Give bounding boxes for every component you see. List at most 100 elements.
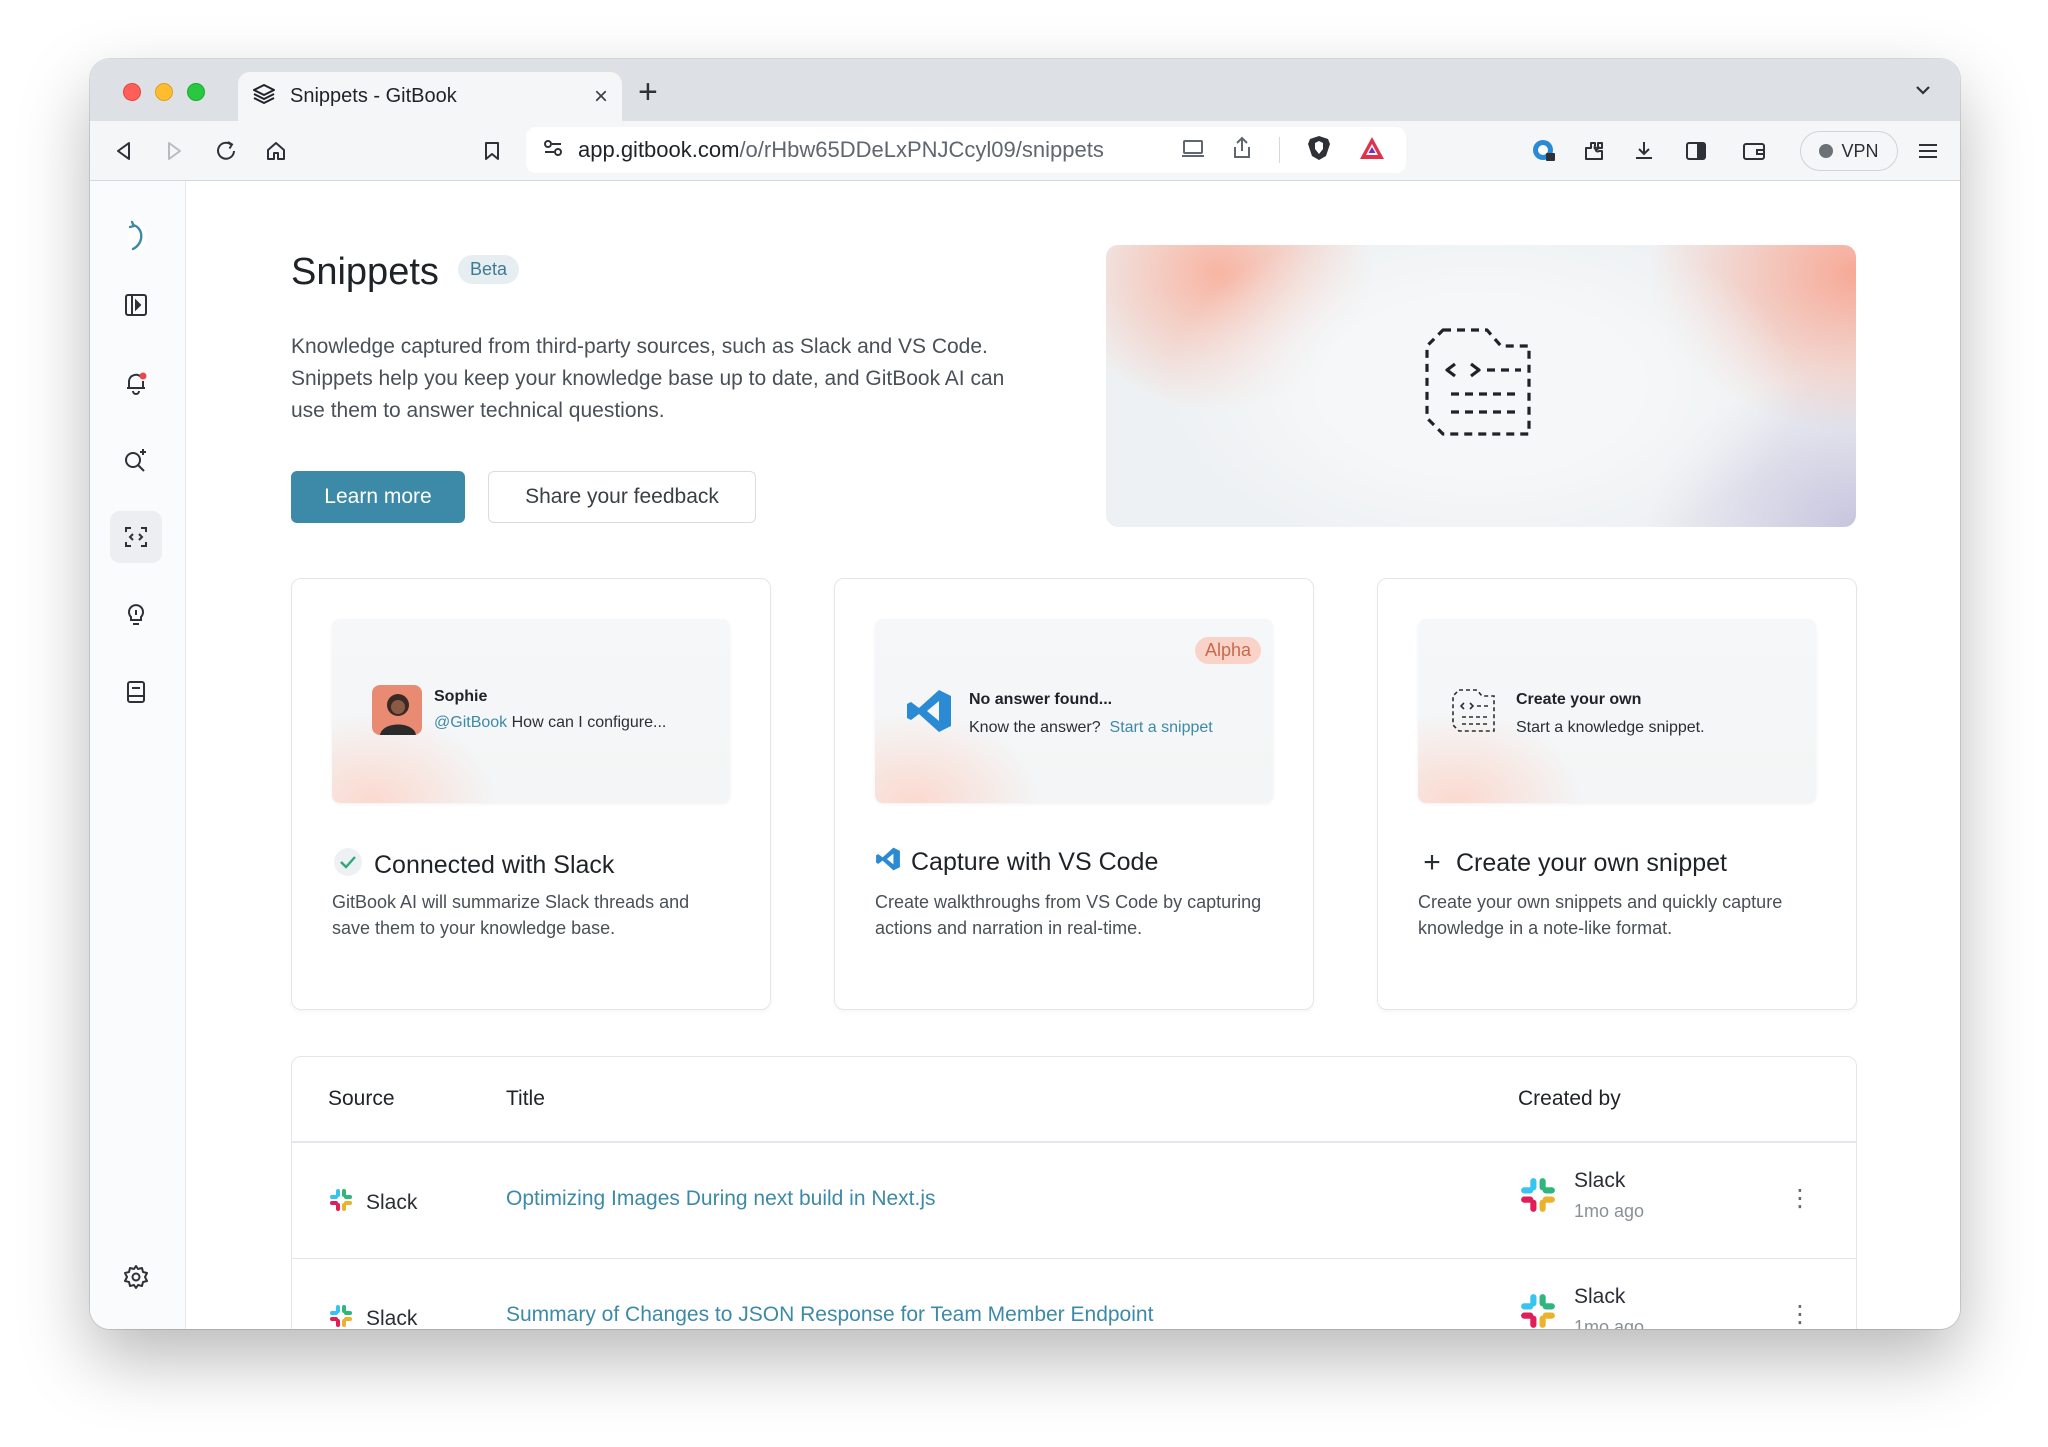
vpn-status-icon [1819, 144, 1834, 158]
sidebar-toggle-icon[interactable] [110, 279, 162, 331]
column-created-by[interactable]: Created by [1518, 1087, 1621, 1111]
beta-badge: Beta [458, 255, 520, 284]
password-manager-icon[interactable] [1530, 137, 1558, 165]
vscode-card-title-text: Capture with VS Code [911, 848, 1159, 876]
site-settings-icon[interactable] [542, 137, 564, 164]
app-sidebar [90, 181, 186, 1329]
tab-strip: Snippets - GitBook × + [90, 59, 1960, 121]
row-actions-icon[interactable]: ⋮ [1788, 1187, 1812, 1211]
table-row[interactable]: Slack Summary of Changes to JSON Respons… [292, 1259, 1856, 1329]
create-card-title: + Create your own snippet [1418, 846, 1727, 880]
docs-book-icon[interactable] [110, 666, 162, 718]
sophie-avatar [372, 685, 422, 735]
row-actions-icon[interactable]: ⋮ [1788, 1303, 1812, 1327]
slack-preview: Sophie @GitBook How can I configure... [332, 619, 730, 803]
snippet-document-icon [1421, 326, 1541, 447]
tab-snippets[interactable]: Snippets - GitBook × [238, 72, 622, 121]
column-source[interactable]: Source [328, 1087, 395, 1111]
create-snippet-preview: Create your own Start a knowledge snippe… [1418, 619, 1816, 803]
downloads-icon[interactable] [1630, 137, 1658, 165]
minimize-window-button[interactable] [155, 83, 173, 101]
snippet-outline-icon [1450, 687, 1498, 740]
card-slack: Sophie @GitBook How can I configure... C… [291, 578, 771, 1010]
brave-rewards-icon[interactable] [1358, 135, 1386, 166]
creator-name: Slack [1574, 1285, 1626, 1308]
vscode-preview: Alpha No answer found... Know the answer… [875, 619, 1273, 803]
reload-icon[interactable] [212, 137, 240, 165]
source-label: Slack [366, 1307, 418, 1329]
notifications-bell-icon[interactable] [110, 357, 162, 409]
page-description: Knowledge captured from third-party sour… [291, 335, 1005, 422]
bookmark-icon[interactable] [478, 137, 506, 165]
plus-icon: + [1423, 846, 1441, 879]
back-icon[interactable] [110, 137, 138, 165]
card-create-snippet[interactable]: Create your own Start a knowledge snippe… [1377, 578, 1857, 1010]
close-window-button[interactable] [123, 83, 141, 101]
slack-card-description: GitBook AI will summarize Slack threads … [332, 892, 690, 938]
source-cell: Slack [328, 1187, 417, 1219]
hero-illustration [1106, 245, 1856, 527]
sidebar-panel-icon[interactable] [1682, 137, 1710, 165]
vpn-button[interactable]: VPN [1800, 131, 1898, 171]
url-host: app.gitbook.com [578, 137, 740, 162]
created-by-cell: Slack 1mo ago [1518, 1285, 1644, 1329]
vscode-logo-icon [905, 687, 953, 740]
cast-icon[interactable] [1181, 137, 1205, 164]
source-cell: Slack [328, 1303, 417, 1329]
snippets-icon[interactable] [110, 511, 162, 563]
card-vscode: Alpha No answer found... Know the answer… [834, 578, 1314, 1010]
slack-avatar-icon [1518, 1175, 1558, 1222]
source-label: Slack [366, 1191, 418, 1214]
main-content: Snippets Beta Knowledge captured from th… [186, 181, 1960, 1329]
start-snippet-link[interactable]: Start a snippet [1110, 719, 1213, 736]
new-tab-button[interactable]: + [638, 73, 658, 112]
slack-logo-icon [328, 1187, 354, 1219]
zoom-window-button[interactable] [187, 83, 205, 101]
created-time: 1mo ago [1574, 1201, 1645, 1221]
browser-window: Snippets - GitBook × + app.gitbook.com/ [90, 59, 1960, 1329]
table-row[interactable]: Slack Optimizing Images During next buil… [292, 1143, 1856, 1259]
brave-shields-icon[interactable] [1306, 134, 1332, 167]
close-tab-icon[interactable]: × [594, 83, 608, 111]
snippet-title-link[interactable]: Optimizing Images During next build in N… [506, 1187, 936, 1211]
slack-logo-icon [328, 1303, 354, 1329]
wallet-icon[interactable] [1740, 137, 1768, 165]
start-knowledge-text: Start a knowledge snippet. [1516, 718, 1705, 736]
slack-user-name: Sophie [434, 688, 488, 705]
no-answer-heading: No answer found... [969, 690, 1113, 708]
created-by-cell: Slack 1mo ago [1518, 1169, 1644, 1222]
created-time: 1mo ago [1574, 1317, 1645, 1329]
create-card-description: Create your own snippets and quickly cap… [1418, 892, 1783, 938]
extensions-icon[interactable] [1580, 137, 1608, 165]
check-icon [332, 846, 364, 885]
slack-avatar-icon [1518, 1291, 1558, 1329]
insights-bulb-icon[interactable] [110, 588, 162, 640]
browser-toolbar: app.gitbook.com/o/rHbw65DDeLxPNJCcyl09/s… [90, 121, 1960, 181]
creator-name: Slack [1574, 1169, 1626, 1192]
learn-more-button[interactable]: Learn more [291, 471, 465, 523]
snippet-title-link[interactable]: Summary of Changes to JSON Response for … [506, 1303, 1153, 1327]
slack-card-title-text: Connected with Slack [374, 851, 615, 879]
forward-icon[interactable] [160, 137, 188, 165]
address-bar[interactable]: app.gitbook.com/o/rHbw65DDeLxPNJCcyl09/s… [526, 127, 1406, 173]
share-feedback-button[interactable]: Share your feedback [488, 471, 756, 523]
vpn-label: VPN [1841, 140, 1879, 161]
gitbook-logo-icon[interactable] [110, 211, 162, 263]
column-title[interactable]: Title [506, 1087, 545, 1111]
snippets-table: Source Title Created by Slack Optimizing… [291, 1056, 1857, 1329]
slack-message: How can I configure... [511, 714, 667, 731]
page-title: Snippets [291, 251, 439, 293]
create-own-heading: Create your own [1516, 690, 1642, 708]
search-ai-icon[interactable] [110, 434, 162, 486]
slack-card-title: Connected with Slack [332, 846, 614, 885]
home-icon[interactable] [262, 137, 290, 165]
vscode-card-title: Capture with VS Code [875, 846, 1158, 879]
menu-hamburger-icon[interactable] [1914, 137, 1942, 165]
create-card-title-text: Create your own snippet [1456, 848, 1727, 877]
share-icon[interactable] [1231, 136, 1253, 165]
know-answer-text: Know the answer? [969, 718, 1101, 736]
gitbook-favicon-icon [252, 82, 276, 111]
tab-list-chevron-icon[interactable] [1914, 81, 1932, 104]
settings-gear-icon[interactable] [110, 1251, 162, 1303]
tab-title: Snippets - GitBook [290, 85, 457, 107]
